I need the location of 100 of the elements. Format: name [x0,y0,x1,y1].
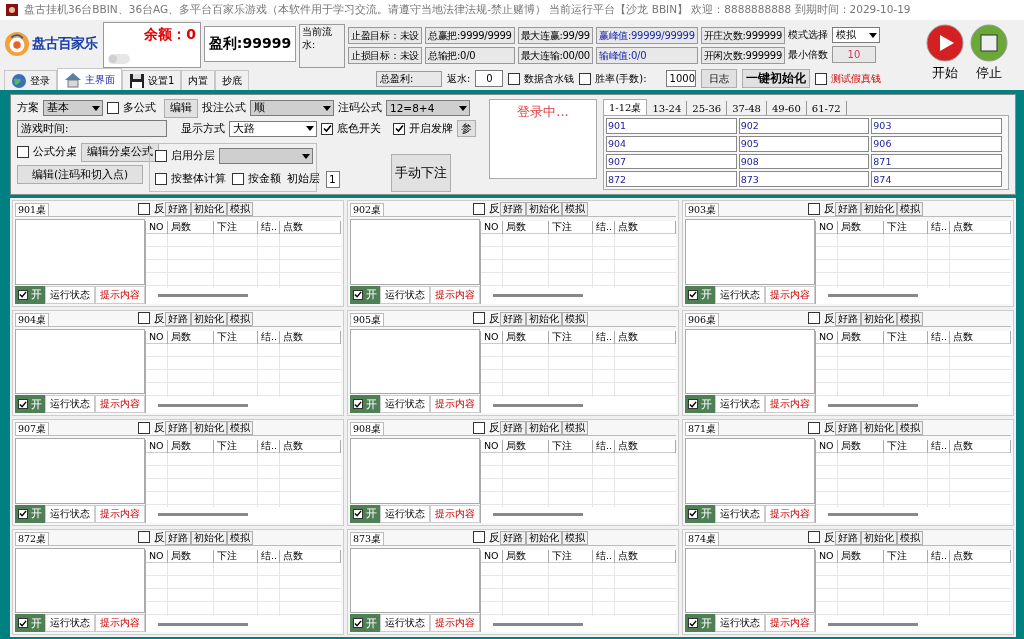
status-button[interactable]: 运行状态 [715,285,765,304]
bet-formula-select[interactable]: 顺 [250,100,334,116]
status-button[interactable]: 运行状态 [45,504,95,523]
checkbox[interactable] [473,312,485,324]
panel-button[interactable]: 好路 [500,421,526,435]
manual-bet-button[interactable]: 手动下注 [391,154,451,192]
table-cell[interactable]: 871 [871,153,1002,170]
horizontal-scrollbar[interactable] [158,513,248,516]
hint-button[interactable]: 提示内容 [95,614,145,632]
panel-button[interactable]: 初始化 [191,311,227,326]
table-name-tab[interactable]: 907桌 [15,422,50,435]
checkbox[interactable] [473,202,485,215]
horizontal-scrollbar[interactable] [158,294,248,297]
checkbox[interactable] [579,72,592,85]
checkbox[interactable] [473,421,485,434]
panel-button[interactable]: 初始化 [526,311,562,326]
hint-button[interactable]: 提示内容 [430,395,480,413]
table-name-tab[interactable]: 874桌 [685,531,720,545]
reset-button[interactable]: 一键初始化 [741,69,810,88]
tab[interactable]: 登录 [4,70,57,90]
horizontal-scrollbar[interactable] [493,294,583,297]
checkbox[interactable] [814,72,827,85]
panel-button[interactable]: 初始化 [191,421,227,435]
hint-button[interactable]: 提示内容 [765,395,815,413]
panel-button[interactable]: 初始化 [861,530,897,545]
hint-button[interactable]: 提示内容 [430,504,480,523]
checkbox[interactable] [353,508,363,519]
checkbox[interactable] [138,202,150,215]
table-name-tab[interactable]: 908桌 [350,422,385,435]
enable-toggle[interactable]: 开 [350,614,380,632]
scheme-select[interactable]: 基本 [43,100,103,116]
hint-button[interactable]: 提示内容 [765,504,815,523]
checkbox[interactable] [17,146,29,158]
panel-button[interactable]: 好路 [165,202,191,216]
table-name-tab[interactable]: 903桌 [685,203,720,216]
table-name-tab[interactable]: 901桌 [15,203,50,216]
table-cell[interactable]: 874 [871,171,1002,187]
table-cell[interactable]: 872 [606,171,737,187]
edit-stake-button[interactable]: 编辑(注码和切入点) [17,165,143,184]
checkbox[interactable] [107,102,119,114]
enable-toggle[interactable]: 开 [685,614,715,632]
checkbox[interactable] [353,289,363,300]
panel-button[interactable]: 初始化 [191,202,227,216]
hint-button[interactable]: 提示内容 [95,504,145,523]
table-name-tab[interactable]: 906桌 [685,312,720,326]
checkbox[interactable] [353,399,363,409]
checkbox[interactable] [808,202,820,215]
panel-button[interactable]: 模拟 [562,202,588,216]
panel-button[interactable]: 模拟 [897,311,923,326]
panel-button[interactable]: 模拟 [562,421,588,435]
checkbox[interactable] [321,122,333,135]
panel-button[interactable]: 好路 [835,421,861,435]
panel-button[interactable]: 模拟 [227,311,253,326]
table-name-tab[interactable]: 871桌 [685,422,720,435]
panel-button[interactable]: 初始化 [526,202,562,216]
rebate-field[interactable]: 0 [475,70,504,87]
checkbox[interactable] [18,399,28,409]
table-name-tab[interactable]: 872桌 [15,531,50,545]
table-name-tab[interactable]: 902桌 [350,203,385,216]
status-button[interactable]: 运行状态 [380,614,430,632]
table-cell[interactable]: 902 [738,118,870,134]
checkbox[interactable] [688,618,698,628]
panel-button[interactable]: 初始化 [191,530,227,545]
enable-toggle[interactable]: 开 [15,395,45,413]
table-name-tab[interactable]: 904桌 [15,312,50,326]
panel-button[interactable]: 模拟 [227,421,253,435]
tab[interactable]: 抄底 [215,70,250,90]
checkbox[interactable] [508,72,521,85]
panel-button[interactable]: 初始化 [861,421,897,435]
enable-toggle[interactable]: 开 [685,285,715,304]
edit-button[interactable]: 编辑 [164,98,198,118]
min-multiple-field[interactable]: 10 [832,46,876,63]
horizontal-scrollbar[interactable] [828,403,918,407]
checkbox[interactable] [353,618,363,628]
checkbox[interactable] [393,122,405,135]
table-cell[interactable]: 904 [606,135,737,152]
checkbox[interactable] [688,508,698,519]
horizontal-scrollbar[interactable] [493,403,583,407]
enable-toggle[interactable]: 开 [15,504,45,523]
table-cell[interactable]: 906 [871,135,1002,152]
checkbox[interactable] [18,618,28,628]
panel-button[interactable]: 好路 [165,421,191,435]
horizontal-scrollbar[interactable] [828,513,918,516]
params-button[interactable]: 参 [457,120,476,137]
checkbox[interactable] [18,508,28,519]
panel-button[interactable]: 模拟 [897,202,923,216]
checkbox[interactable] [18,289,28,300]
panel-button[interactable]: 好路 [500,530,526,545]
panel-button[interactable]: 初始化 [861,202,897,216]
checkbox[interactable] [155,173,167,185]
checkbox[interactable] [688,289,698,300]
panel-button[interactable]: 好路 [165,311,191,326]
checkbox[interactable] [808,312,820,324]
status-button[interactable]: 运行状态 [45,285,95,304]
checkbox[interactable] [138,421,150,434]
panel-button[interactable]: 好路 [835,202,861,216]
enable-toggle[interactable]: 开 [15,285,45,304]
hint-button[interactable]: 提示内容 [95,285,145,304]
table-cell[interactable]: 903 [871,118,1002,134]
panel-button[interactable]: 模拟 [227,202,253,216]
